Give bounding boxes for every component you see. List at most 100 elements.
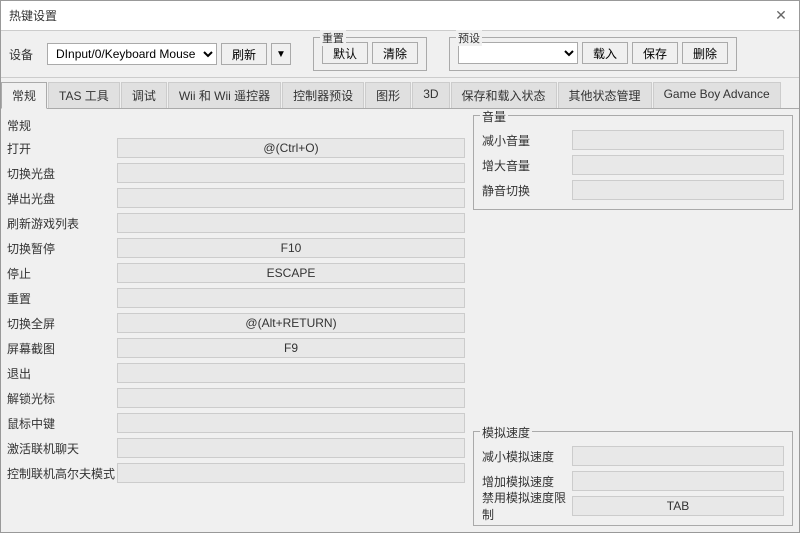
hotkey-label-5: 停止 <box>7 265 117 282</box>
hotkey-input-3[interactable] <box>117 213 465 233</box>
tab-controller-preset[interactable]: 控制器预设 <box>282 82 364 108</box>
hotkey-row: 切换光盘 <box>7 161 465 185</box>
device-section: 设备 <box>9 46 35 63</box>
tab-gba[interactable]: Game Boy Advance <box>653 82 781 108</box>
hotkey-input-9[interactable] <box>117 363 465 383</box>
hotkey-input-10[interactable] <box>117 388 465 408</box>
hotkey-row: 打开 @(Ctrl+O) <box>7 136 465 160</box>
tab-wii[interactable]: Wii 和 Wii 遥控器 <box>168 82 281 108</box>
hotkey-label-1: 切换光盘 <box>7 165 117 182</box>
speed-label-0: 减小模拟速度 <box>482 448 572 465</box>
hotkey-label-6: 重置 <box>7 290 117 307</box>
hotkey-row: 刷新游戏列表 <box>7 211 465 235</box>
tab-debug[interactable]: 调试 <box>121 82 167 108</box>
volume-input-2[interactable] <box>572 180 784 200</box>
reset-group: 重置 默认 清除 <box>313 37 427 71</box>
speed-section: 模拟速度 减小模拟速度 增加模拟速度 禁用模拟速度限制 TAB <box>473 431 793 526</box>
hotkey-input-4[interactable]: F10 <box>117 238 465 258</box>
speed-input-1[interactable] <box>572 471 784 491</box>
reset-group-title: 重置 <box>320 30 346 46</box>
hotkey-row: 鼠标中键 <box>7 411 465 435</box>
volume-label-2: 静音切换 <box>482 182 572 199</box>
right-panel: 音量 减小音量 增大音量 静音切换 模拟速度 减小模拟速度 增加模拟速度 禁用模… <box>473 115 793 526</box>
hotkey-input-8[interactable]: F9 <box>117 338 465 358</box>
speed-label-2: 禁用模拟速度限制 <box>482 489 572 523</box>
hotkey-input-6[interactable] <box>117 288 465 308</box>
volume-input-0[interactable] <box>572 130 784 150</box>
hotkey-row: 退出 <box>7 361 465 385</box>
hotkey-label-2: 弹出光盘 <box>7 190 117 207</box>
hotkey-label-7: 切换全屏 <box>7 315 117 332</box>
volume-section: 音量 减小音量 增大音量 静音切换 <box>473 115 793 210</box>
hotkey-label-3: 刷新游戏列表 <box>7 215 117 232</box>
clear-button[interactable]: 清除 <box>372 42 418 64</box>
device-label: 设备 <box>9 46 33 63</box>
hotkey-row: 弹出光盘 <box>7 186 465 210</box>
hotkey-row: 切换全屏 @(Alt+RETURN) <box>7 311 465 335</box>
volume-input-1[interactable] <box>572 155 784 175</box>
speed-label-1: 增加模拟速度 <box>482 473 572 490</box>
device-controls: DInput/0/Keyboard Mouse 刷新 ▼ <box>47 43 291 65</box>
hotkey-input-7[interactable]: @(Alt+RETURN) <box>117 313 465 333</box>
tab-3d[interactable]: 3D <box>412 82 449 108</box>
hotkey-label-11: 鼠标中键 <box>7 415 117 432</box>
load-button[interactable]: 载入 <box>582 42 628 64</box>
title-bar: 热键设置 ✕ <box>1 1 799 31</box>
device-select[interactable]: DInput/0/Keyboard Mouse <box>47 43 217 65</box>
volume-label-0: 减小音量 <box>482 132 572 149</box>
hotkey-input-13[interactable] <box>117 463 465 483</box>
volume-row: 减小音量 <box>482 128 784 152</box>
hotkey-input-12[interactable] <box>117 438 465 458</box>
hotkey-label-10: 解锁光标 <box>7 390 117 407</box>
volume-row: 增大音量 <box>482 153 784 177</box>
volume-label-1: 增大音量 <box>482 157 572 174</box>
hotkey-input-0[interactable]: @(Ctrl+O) <box>117 138 465 158</box>
hotkey-row: 控制联机高尔夫模式 <box>7 461 465 485</box>
tab-bar: 常规 TAS 工具 调试 Wii 和 Wii 遥控器 控制器预设 图形 3D 保… <box>1 78 799 109</box>
volume-row: 静音切换 <box>482 178 784 202</box>
hotkey-row: 停止 ESCAPE <box>7 261 465 285</box>
delete-button[interactable]: 删除 <box>682 42 728 64</box>
tab-tas[interactable]: TAS 工具 <box>48 82 120 108</box>
speed-input-2[interactable]: TAB <box>572 496 784 516</box>
window-title: 热键设置 <box>9 7 57 24</box>
hotkey-label-4: 切换暂停 <box>7 240 117 257</box>
hotkey-input-1[interactable] <box>117 163 465 183</box>
hotkey-label-12: 激活联机聊天 <box>7 440 117 457</box>
hotkey-row: 屏幕截图 F9 <box>7 336 465 360</box>
hotkey-label-8: 屏幕截图 <box>7 340 117 357</box>
left-panel: 常规 打开 @(Ctrl+O) 切换光盘 弹出光盘 刷新游戏列表 切换暂停 F1… <box>7 115 465 526</box>
save-button[interactable]: 保存 <box>632 42 678 64</box>
refresh-arrow-button[interactable]: ▼ <box>271 43 291 65</box>
hotkey-input-11[interactable] <box>117 413 465 433</box>
speed-row: 禁用模拟速度限制 TAB <box>482 494 784 518</box>
hotkey-list: 打开 @(Ctrl+O) 切换光盘 弹出光盘 刷新游戏列表 切换暂停 F10 停… <box>7 136 465 486</box>
hotkey-row: 激活联机聊天 <box>7 436 465 460</box>
hotkey-row: 重置 <box>7 286 465 310</box>
speed-title: 模拟速度 <box>480 424 532 441</box>
hotkey-input-2[interactable] <box>117 188 465 208</box>
main-window: 热键设置 ✕ 设备 DInput/0/Keyboard Mouse 刷新 ▼ 重… <box>0 0 800 533</box>
close-button[interactable]: ✕ <box>771 6 791 26</box>
speed-list: 减小模拟速度 增加模拟速度 禁用模拟速度限制 TAB <box>482 444 784 518</box>
hotkey-label-9: 退出 <box>7 365 117 382</box>
left-section-title: 常规 <box>7 115 465 136</box>
content-area: 常规 打开 @(Ctrl+O) 切换光盘 弹出光盘 刷新游戏列表 切换暂停 F1… <box>1 109 799 532</box>
preset-group-title: 预设 <box>456 30 482 46</box>
tab-graphics[interactable]: 图形 <box>365 82 411 108</box>
hotkey-label-0: 打开 <box>7 140 117 157</box>
volume-list: 减小音量 增大音量 静音切换 <box>482 128 784 202</box>
toolbar: 设备 DInput/0/Keyboard Mouse 刷新 ▼ 重置 默认 清除… <box>1 31 799 78</box>
hotkey-row: 切换暂停 F10 <box>7 236 465 260</box>
refresh-button[interactable]: 刷新 <box>221 43 267 65</box>
hotkey-label-13: 控制联机高尔夫模式 <box>7 465 117 482</box>
speed-input-0[interactable] <box>572 446 784 466</box>
tab-general[interactable]: 常规 <box>1 82 47 109</box>
hotkey-row: 解锁光标 <box>7 386 465 410</box>
preset-group: 预设 载入 保存 删除 <box>449 37 737 71</box>
speed-row: 减小模拟速度 <box>482 444 784 468</box>
tab-other-state[interactable]: 其他状态管理 <box>558 82 652 108</box>
hotkey-input-5[interactable]: ESCAPE <box>117 263 465 283</box>
tab-save-load[interactable]: 保存和载入状态 <box>451 82 557 108</box>
volume-title: 音量 <box>480 109 508 125</box>
